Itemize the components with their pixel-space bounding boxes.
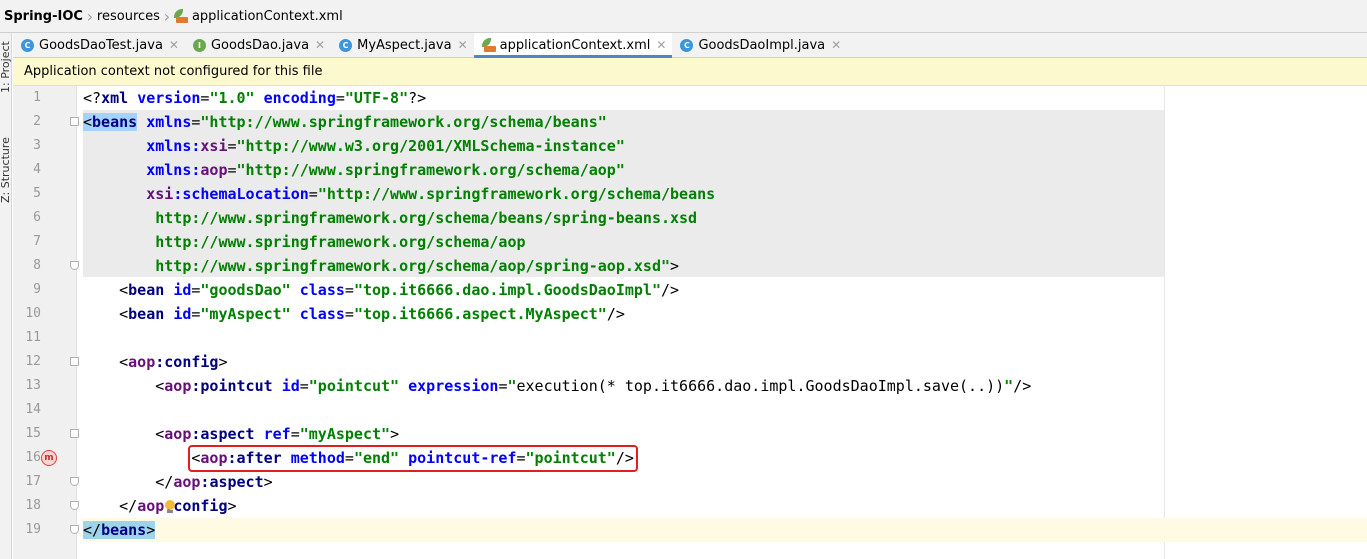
tab-goodsdao[interactable]: I GoodsDao.java ✕ xyxy=(185,33,331,57)
project-toolwindow-button[interactable]: 1: Project xyxy=(0,41,12,93)
code-line: </aop:config> xyxy=(119,497,237,515)
fold-toggle-icon[interactable] xyxy=(70,501,79,510)
tab-myaspect[interactable]: C MyAspect.java ✕ xyxy=(331,33,474,57)
highlight-box xyxy=(188,445,638,472)
line-number: 16 xyxy=(25,450,41,465)
line-number: 8 xyxy=(33,258,41,273)
class-c-icon: C xyxy=(339,38,353,52)
tab-goodsdaoimpl[interactable]: C GoodsDaoImpl.java ✕ xyxy=(672,33,847,57)
line-number: 19 xyxy=(25,522,41,537)
line-number: 7 xyxy=(33,234,41,249)
close-icon[interactable]: ✕ xyxy=(169,38,179,52)
tab-label: MyAspect.java xyxy=(357,37,452,53)
xml-file-icon xyxy=(481,38,496,52)
code-area[interactable]: <?xml version="1.0" encoding="UTF-8"?> <… xyxy=(83,86,1367,559)
line-number: 6 xyxy=(33,210,41,225)
line-number: 17 xyxy=(25,474,41,489)
lightbulb-icon[interactable] xyxy=(164,500,176,514)
fold-toggle-icon[interactable] xyxy=(70,429,79,438)
tab-label: applicationContext.xml xyxy=(499,37,651,53)
breadcrumb-file[interactable]: applicationContext.xml xyxy=(173,0,343,32)
code-line: xsi:schemaLocation="http://www.springfra… xyxy=(146,185,716,203)
notification-banner: Application context not configured for t… xyxy=(13,58,1367,86)
line-number: 4 xyxy=(33,162,41,177)
line-number: 1 xyxy=(33,90,41,105)
line-number: 12 xyxy=(25,354,41,369)
fold-toggle-icon[interactable] xyxy=(70,117,79,126)
fold-toggle-icon[interactable] xyxy=(70,357,79,366)
chevron-right-icon: › xyxy=(163,6,171,26)
interface-i-icon: I xyxy=(192,38,206,52)
editor-gutter[interactable]: 1 2 3 4 5 6 7 8 9 10 11 12 13 14 15 16 1… xyxy=(13,86,79,559)
code-line: http://www.springframework.org/schema/be… xyxy=(83,209,698,227)
line-number: 14 xyxy=(25,402,41,417)
close-icon[interactable]: ✕ xyxy=(656,38,666,52)
code-line: <aop:config> xyxy=(119,353,228,371)
xml-file-icon xyxy=(173,9,188,23)
code-line: <?xml version="1.0" encoding="UTF-8"?> xyxy=(83,89,427,107)
code-line: </beans> xyxy=(83,521,156,539)
code-line: http://www.springframework.org/schema/ao… xyxy=(83,233,526,251)
close-icon[interactable]: ✕ xyxy=(831,38,841,52)
editor-tabs: C GoodsDaoTest.java ✕ I GoodsDao.java ✕ … xyxy=(13,33,1367,58)
code-line: <bean id="myAspect" class="top.it6666.as… xyxy=(119,305,625,323)
code-line: http://www.springframework.org/schema/ao… xyxy=(83,257,680,275)
structure-toolwindow-button[interactable]: Z: Structure xyxy=(0,137,12,203)
tab-goodsdaotest[interactable]: C GoodsDaoTest.java ✕ xyxy=(13,33,185,57)
class-c-icon: C xyxy=(680,38,694,52)
tab-label: GoodsDaoTest.java xyxy=(39,37,163,53)
code-line: xmlns:aop="http://www.springframework.or… xyxy=(146,161,625,179)
code-line: </aop:aspect> xyxy=(155,473,273,491)
fold-toggle-icon[interactable] xyxy=(70,477,79,486)
tab-applicationcontext[interactable]: applicationContext.xml ✕ xyxy=(473,33,673,58)
line-number: 2 xyxy=(33,114,41,129)
fold-toggle-icon[interactable] xyxy=(70,525,79,534)
line-number: 5 xyxy=(33,186,41,201)
chevron-right-icon: › xyxy=(86,6,94,26)
code-editor[interactable]: 1 2 3 4 5 6 7 8 9 10 11 12 13 14 15 16 1… xyxy=(13,86,1367,559)
code-line: xmlns:xsi="http://www.w3.org/2001/XMLSch… xyxy=(146,137,625,155)
breadcrumb-folder[interactable]: resources xyxy=(97,0,160,32)
tab-label: GoodsDaoImpl.java xyxy=(698,37,826,53)
left-tool-stripe: 1: Project Z: Structure xyxy=(0,33,12,559)
method-m-icon[interactable]: m xyxy=(41,450,57,466)
line-number: 9 xyxy=(33,282,41,297)
line-number: 13 xyxy=(25,378,41,393)
breadcrumb-project[interactable]: Spring-IOC xyxy=(4,0,83,32)
line-number: 10 xyxy=(25,306,41,321)
line-number: 3 xyxy=(33,138,41,153)
tab-label: GoodsDao.java xyxy=(210,37,310,53)
line-number: 11 xyxy=(25,330,41,345)
code-line: <aop:aspect ref="myAspect"> xyxy=(155,425,400,443)
close-icon[interactable]: ✕ xyxy=(315,38,325,52)
fold-toggle-icon[interactable] xyxy=(70,261,79,270)
class-c-icon: C xyxy=(21,38,34,52)
code-line: <aop:pointcut id="pointcut" expression="… xyxy=(155,377,1032,395)
breadcrumb-file-label: applicationContext.xml xyxy=(191,8,343,24)
line-number: 18 xyxy=(25,498,41,513)
close-icon[interactable]: ✕ xyxy=(458,38,468,52)
code-line: <bean id="goodsDao" class="top.it6666.da… xyxy=(119,281,680,299)
code-line: <beans xmlns="http://www.springframework… xyxy=(83,113,607,131)
banner-text: Application context not configured for t… xyxy=(24,64,323,79)
line-number: 15 xyxy=(25,426,41,441)
navigation-bar: Spring-IOC › resources › applicationCont… xyxy=(0,0,1367,33)
